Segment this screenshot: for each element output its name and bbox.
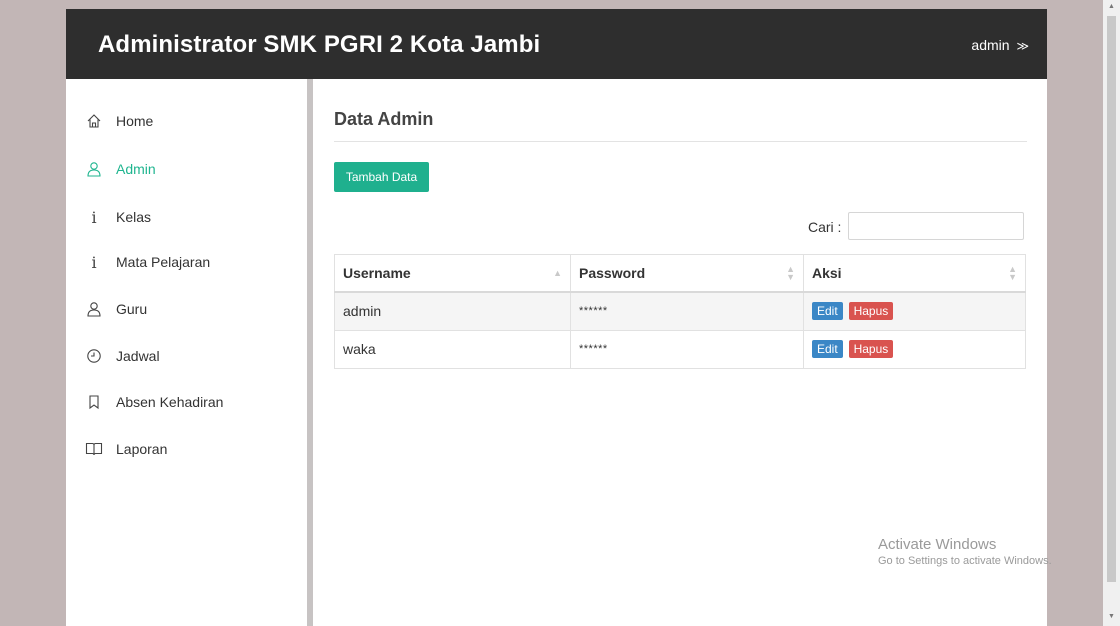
cell-password: ******: [570, 291, 804, 331]
sidebar-item-mata-pelajaran[interactable]: i Mata Pelajaran: [84, 250, 210, 274]
clock-icon: [84, 347, 104, 365]
info-icon: i: [91, 207, 97, 227]
page-title: Data Admin: [334, 109, 434, 129]
info-icon: i: [91, 252, 97, 272]
watermark-subtitle: Go to Settings to activate Windows.: [878, 555, 1052, 567]
user-icon: [84, 300, 104, 318]
app-window: Administrator SMK PGRI 2 Kota Jambi admi…: [66, 9, 1047, 626]
sidebar-item-admin[interactable]: Admin: [84, 157, 156, 181]
sidebar-item-label: Kelas: [116, 209, 152, 225]
sidebar-item-label: Home: [116, 113, 154, 129]
sidebar-item-jadwal[interactable]: Jadwal: [84, 344, 160, 368]
sidebar-item-label: Mata Pelajaran: [116, 254, 211, 270]
chevron-down-icon: ≫: [1016, 39, 1029, 53]
add-data-button[interactable]: Tambah Data: [334, 162, 429, 192]
cell-username: waka: [334, 329, 571, 369]
scrollbar-thumb[interactable]: [1107, 16, 1116, 582]
title-divider: [334, 141, 1027, 142]
sidebar-item-label: Absen Kehadiran: [116, 394, 224, 410]
sort-both-icon: ▲ ▼: [1008, 264, 1017, 282]
sort-asc-icon: ▲: [553, 268, 562, 278]
sidebar-item-label: Admin: [116, 161, 156, 177]
column-header-password[interactable]: Password ▲ ▼: [570, 254, 804, 293]
admin-table: Username ▲ Password ▲ ▼ Aksi ▲ ▼ admin *…: [334, 254, 1026, 369]
cell-password: ******: [570, 329, 804, 369]
user-icon: [84, 160, 104, 178]
sidebar-item-home[interactable]: Home: [84, 109, 153, 133]
user-menu[interactable]: admin ≫: [971, 37, 1029, 53]
book-icon: [84, 440, 104, 458]
sidebar-item-kelas[interactable]: i Kelas: [84, 205, 151, 229]
delete-button[interactable]: Hapus: [848, 302, 894, 321]
vertical-scrollbar[interactable]: ▲ ▼: [1103, 0, 1120, 626]
windows-activation-watermark: Activate Windows Go to Settings to activ…: [878, 536, 1052, 567]
top-navbar: Administrator SMK PGRI 2 Kota Jambi admi…: [66, 9, 1047, 79]
sidebar-item-absen-kehadiran[interactable]: Absen Kehadiran: [84, 390, 223, 414]
sidebar: Home Admin i Kelas i Mata Pelajaran Guru: [66, 79, 313, 626]
scroll-down-icon[interactable]: ▼: [1107, 613, 1116, 623]
sidebar-item-laporan[interactable]: Laporan: [84, 437, 167, 461]
sidebar-item-guru[interactable]: Guru: [84, 297, 147, 321]
edit-button[interactable]: Edit: [812, 302, 843, 321]
sidebar-item-label: Jadwal: [116, 348, 160, 364]
delete-button[interactable]: Hapus: [848, 340, 894, 358]
sidebar-item-label: Guru: [116, 301, 148, 317]
user-name: admin: [971, 37, 1010, 53]
cell-actions: Edit Hapus: [803, 291, 1026, 331]
column-header-aksi[interactable]: Aksi ▲ ▼: [803, 254, 1026, 293]
watermark-title: Activate Windows: [878, 536, 997, 553]
edit-button[interactable]: Edit: [812, 340, 843, 358]
search-input[interactable]: [848, 212, 1024, 240]
cell-actions: Edit Hapus: [803, 329, 1026, 369]
table-row: waka ****** Edit Hapus: [334, 329, 1026, 369]
app-title: Administrator SMK PGRI 2 Kota Jambi: [98, 31, 541, 58]
search-label: Cari :: [808, 219, 842, 235]
bookmark-icon: [84, 393, 104, 411]
sort-both-icon: ▲ ▼: [786, 264, 795, 282]
scroll-up-icon[interactable]: ▲: [1107, 3, 1116, 13]
column-header-username[interactable]: Username ▲: [334, 254, 571, 293]
table-header-row: Username ▲ Password ▲ ▼ Aksi ▲ ▼: [334, 254, 1026, 293]
cell-username: admin: [334, 291, 571, 331]
table-row: admin ****** Edit Hapus: [334, 291, 1026, 331]
home-icon: [84, 112, 104, 130]
sidebar-item-label: Laporan: [116, 441, 168, 457]
